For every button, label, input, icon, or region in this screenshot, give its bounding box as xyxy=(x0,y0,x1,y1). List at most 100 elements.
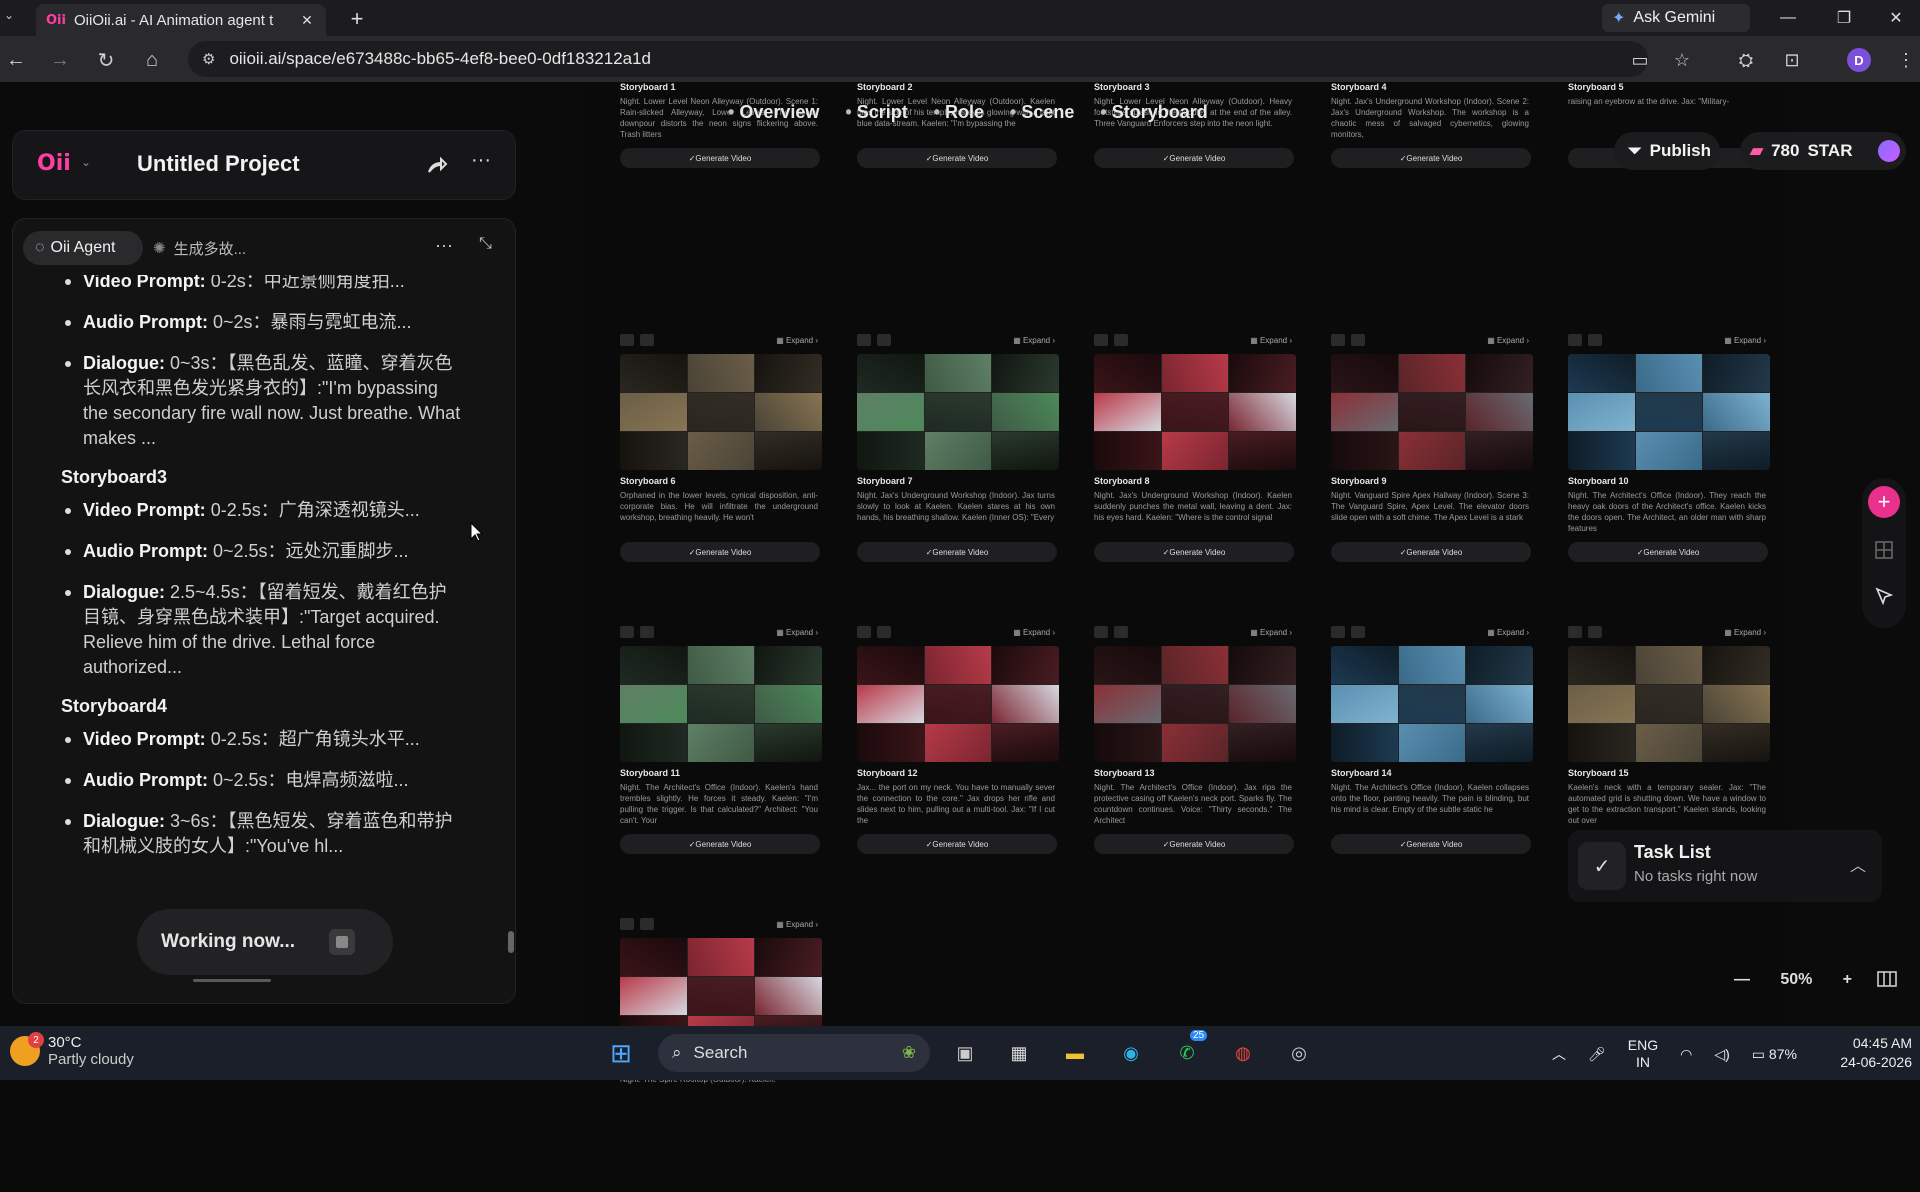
more-options-icon[interactable]: ··· xyxy=(471,149,491,172)
generate-video-button[interactable]: ✓ Generate Video xyxy=(1331,834,1531,854)
microphone-icon[interactable]: 🎤︎ xyxy=(1588,1046,1606,1063)
video-icon[interactable] xyxy=(877,626,891,638)
nav-scene[interactable]: Scene xyxy=(1010,102,1074,130)
windows-start-icon[interactable]: ⊞ xyxy=(604,1036,638,1070)
generate-video-button[interactable]: ✓ Generate Video xyxy=(620,148,820,168)
generate-video-button[interactable]: ✓ Generate Video xyxy=(1094,148,1294,168)
video-icon[interactable] xyxy=(640,334,654,346)
chat-scrollbar[interactable] xyxy=(507,275,515,885)
storyboard-card[interactable]: ▦ Expand › Storyboard 10 Night. The Archit… xyxy=(1562,332,1772,608)
chat-messages[interactable]: Video Prompt: 0-2s：中近景侧角度拍... Audio Prom… xyxy=(13,275,505,885)
generate-video-button[interactable]: ✓ Generate Video xyxy=(1331,148,1531,168)
nav-role[interactable]: Role xyxy=(934,102,984,130)
collapse-icon[interactable]: ⤡ xyxy=(479,235,492,253)
battery-icon[interactable]: ▭ 87% xyxy=(1752,1046,1797,1063)
storyboard-thumbnail[interactable] xyxy=(620,354,822,470)
expand-button[interactable]: ▦ Expand › xyxy=(1250,628,1292,637)
storyboard-card[interactable]: ▦ Expand › Storyboard 13 Night. The Archit… xyxy=(1088,624,1298,900)
expand-button[interactable]: ▦ Expand › xyxy=(776,920,818,929)
storyboard-thumbnail[interactable] xyxy=(857,646,1059,762)
add-node-button[interactable]: + xyxy=(1868,486,1900,518)
storyboard-card[interactable]: ▦ Expand › Storyboard 6 Orphaned in the lo… xyxy=(614,332,824,608)
expand-button[interactable]: ▦ Expand › xyxy=(1013,336,1055,345)
expand-button[interactable]: ▦ Expand › xyxy=(1250,336,1292,345)
image-icon[interactable] xyxy=(620,918,634,930)
image-icon[interactable] xyxy=(857,334,871,346)
storyboard-card[interactable]: ▦ Expand › Storyboard 7 Night. Jax's Under… xyxy=(851,332,1061,608)
browser-tab[interactable]: Oii OiiOii.ai - AI Animation agent t ✕ xyxy=(36,4,326,36)
profile-avatar[interactable]: D xyxy=(1847,48,1871,72)
image-icon[interactable] xyxy=(1331,626,1345,638)
generate-video-button[interactable]: ✓ Generate Video xyxy=(857,834,1057,854)
storyboard-card[interactable]: ▦ Expand › Storyboard 14 Night. The Archit… xyxy=(1325,624,1535,900)
nav-overview[interactable]: Overview xyxy=(728,102,819,130)
image-icon[interactable] xyxy=(1331,334,1345,346)
video-icon[interactable] xyxy=(1588,334,1602,346)
storyboard-thumbnail[interactable] xyxy=(1568,354,1770,470)
image-icon[interactable] xyxy=(1094,334,1108,346)
video-icon[interactable] xyxy=(1588,626,1602,638)
language-indicator[interactable]: ENG IN xyxy=(1628,1037,1658,1071)
whatsapp-icon[interactable]: ✆ 25 xyxy=(1170,1030,1208,1070)
generate-video-button[interactable]: ✓ Generate Video xyxy=(620,542,820,562)
new-tab-icon[interactable]: + xyxy=(344,6,370,32)
reload-icon[interactable]: ↻ xyxy=(92,46,120,74)
zoom-in-icon[interactable]: + xyxy=(1843,971,1852,989)
restore-icon[interactable]: ❐ xyxy=(1824,6,1864,30)
screenshot-icon[interactable]: ⊡ xyxy=(1778,46,1806,74)
storyboard-thumbnail[interactable] xyxy=(1094,646,1296,762)
obs-recorder-icon[interactable]: ◎ xyxy=(1282,1036,1316,1070)
image-icon[interactable] xyxy=(620,334,634,346)
storyboard-card[interactable]: ▦ Expand › Storyboard 12 Jax... the port o… xyxy=(851,624,1061,900)
weather-widget[interactable]: 2 30°C Partly cloudy xyxy=(10,1032,134,1068)
video-icon[interactable] xyxy=(1114,334,1128,346)
task-view-icon[interactable]: ▣ xyxy=(948,1036,982,1070)
chat-more-icon[interactable]: ··· xyxy=(435,235,453,256)
tab-oii-agent[interactable]: ◌ Oii Agent xyxy=(23,231,143,265)
storyboard-thumbnail[interactable] xyxy=(1331,354,1533,470)
expand-button[interactable]: ▦ Expand › xyxy=(1487,336,1529,345)
project-title[interactable]: Untitled Project xyxy=(137,151,300,177)
chrome-icon[interactable]: ◍ xyxy=(1226,1036,1260,1070)
browser-menu-icon[interactable]: ⋮ xyxy=(1892,46,1920,74)
minimap-icon[interactable] xyxy=(1876,968,1898,990)
microsoft-store-icon[interactable]: ▦ xyxy=(1002,1036,1036,1070)
video-icon[interactable] xyxy=(1351,626,1365,638)
storyboard-card[interactable]: ▦ Expand › Storyboard 8 Night. Jax's Under… xyxy=(1088,332,1298,608)
generate-video-button[interactable]: ✓ Generate Video xyxy=(620,834,820,854)
storyboard-card[interactable]: ▦ Expand › Storyboard 11 Night. The Archit… xyxy=(614,624,824,900)
generate-video-button[interactable]: ✓ Generate Video xyxy=(1331,542,1531,562)
chevron-up-icon[interactable]: ︿ xyxy=(1850,852,1866,876)
video-icon[interactable] xyxy=(1351,334,1365,346)
edge-icon[interactable]: ◉ xyxy=(1114,1036,1148,1070)
home-icon[interactable]: ⌂ xyxy=(138,46,166,74)
image-icon[interactable] xyxy=(1568,626,1582,638)
nav-storyboard[interactable]: Storyboard xyxy=(1100,102,1208,130)
close-tab-icon[interactable]: ✕ xyxy=(298,11,316,29)
video-icon[interactable] xyxy=(1114,626,1128,638)
minimize-icon[interactable]: — xyxy=(1768,6,1808,30)
generate-video-button[interactable]: ✓ Generate Video xyxy=(857,148,1057,168)
back-arrow-icon[interactable]: ← xyxy=(2,46,30,74)
oii-logo[interactable]: Oii xyxy=(37,151,71,176)
storyboard-card[interactable]: Storyboard 4 Night. Jax's Underground Wor… xyxy=(1325,0,1535,214)
expand-button[interactable]: ▦ Expand › xyxy=(1013,628,1055,637)
storyboard-thumbnail[interactable] xyxy=(857,354,1059,470)
generate-video-button[interactable]: ✓ Generate Video xyxy=(1568,542,1768,562)
tab-generate-story[interactable]: ✺ 生成多故... xyxy=(153,231,246,265)
publish-button[interactable]: ⏷ Publish xyxy=(1614,132,1720,170)
file-explorer-icon[interactable]: ▬ xyxy=(1058,1036,1092,1070)
storyboard-card[interactable]: Storyboard 5 raising an eyebrow at the dr… xyxy=(1562,0,1772,214)
generate-video-button[interactable]: ✓ Generate Video xyxy=(1094,542,1294,562)
storyboard-card[interactable]: ▦ Expand › Storyboard 9 Night. Vanguard Sp… xyxy=(1325,332,1535,608)
storyboard-thumbnail[interactable] xyxy=(620,646,822,762)
share-icon[interactable] xyxy=(425,153,449,177)
generate-video-button[interactable]: ✓ Generate Video xyxy=(857,542,1057,562)
zoom-out-icon[interactable]: — xyxy=(1734,971,1750,989)
expand-button[interactable]: ▦ Expand › xyxy=(1487,628,1529,637)
storyboard-thumbnail[interactable] xyxy=(1094,354,1296,470)
volume-icon[interactable]: ◁) xyxy=(1714,1046,1729,1063)
grid-icon[interactable] xyxy=(1874,540,1894,560)
video-icon[interactable] xyxy=(640,918,654,930)
generate-video-button[interactable]: ✓ Generate Video xyxy=(1094,834,1294,854)
